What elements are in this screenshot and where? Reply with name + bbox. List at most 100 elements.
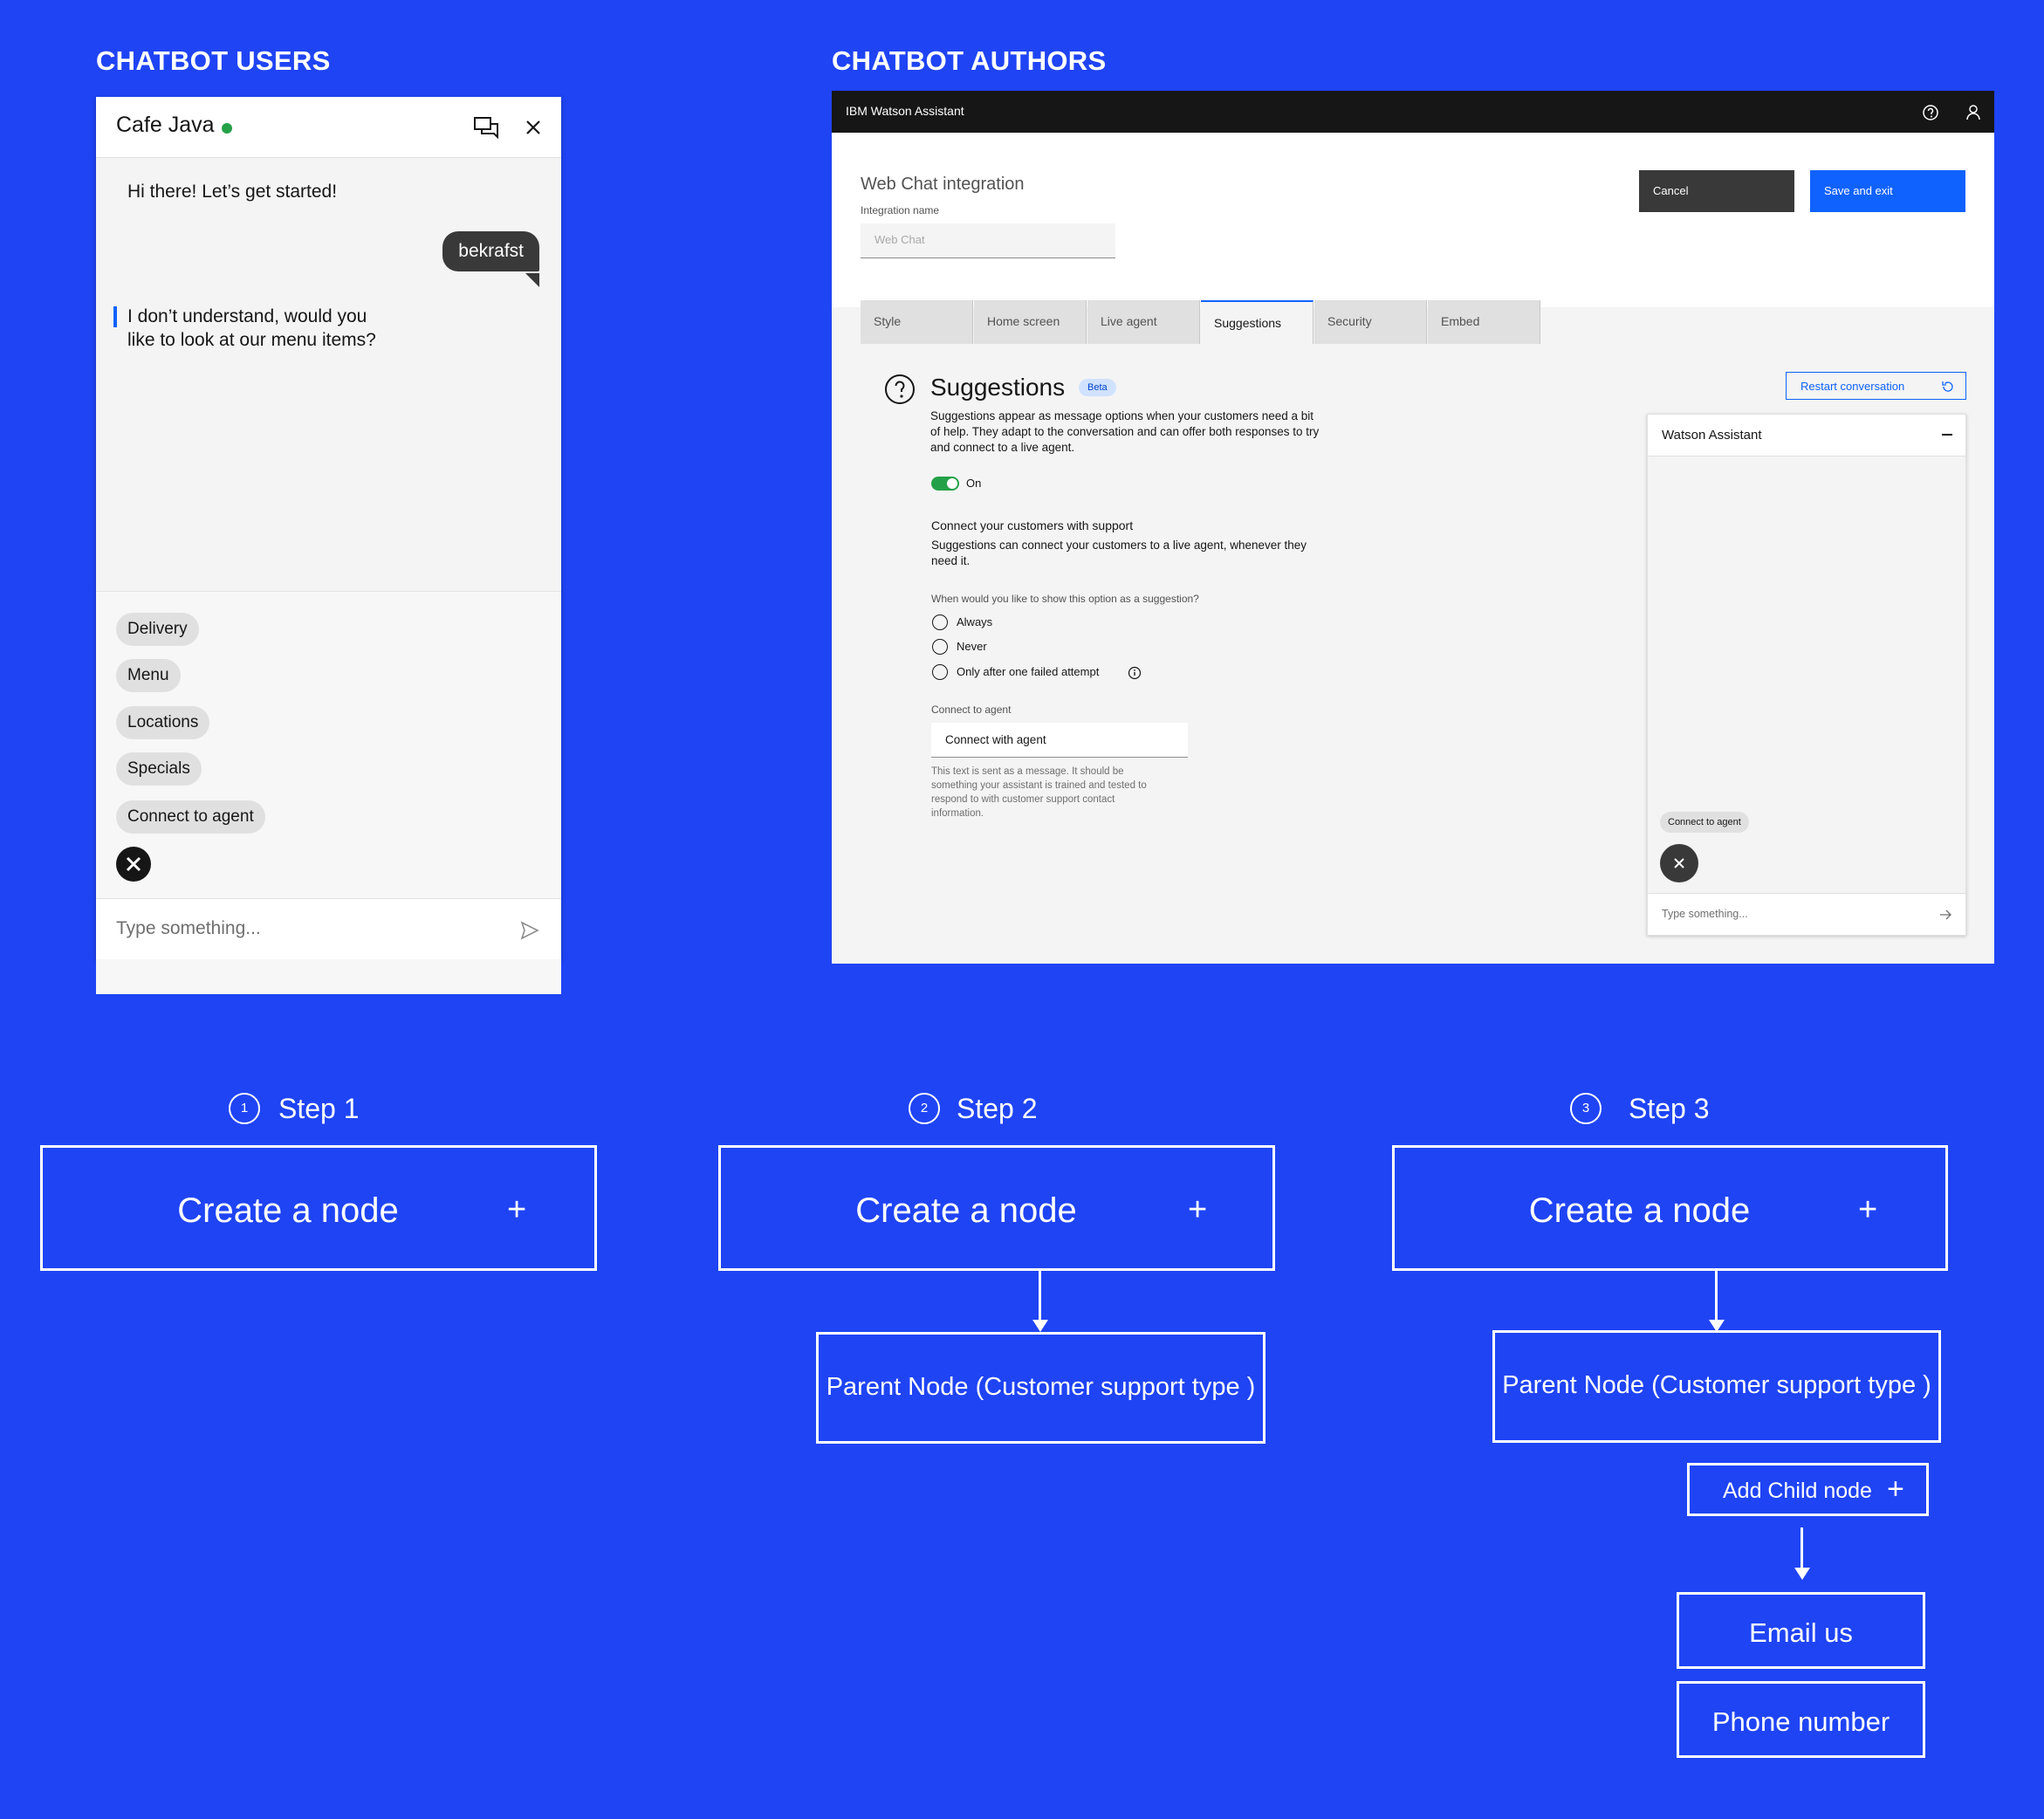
suggestions-title: Suggestions — [930, 374, 1066, 401]
connect-description: Suggestions can connect your customers t… — [931, 538, 1307, 569]
chat-header: Cafe Java — [96, 97, 561, 158]
radio-never-label: Never — [957, 640, 987, 653]
helper-line: This text is sent as a message. It shoul… — [931, 766, 1124, 777]
radio-failed-attempt[interactable] — [932, 664, 948, 680]
bot-reply-line: like to look at our menu items? — [127, 330, 376, 350]
integration-name-input[interactable]: Web Chat — [861, 223, 1115, 258]
step-1-label: Step 1 — [278, 1093, 360, 1124]
bot-greeting: Hi there! Let’s get started! — [127, 182, 338, 202]
bot-reply: I don’t understand, would you like to lo… — [127, 305, 376, 352]
cancel-button[interactable]: Cancel — [1639, 170, 1794, 212]
add-child-node-button[interactable]: Add Child node + — [1687, 1463, 1929, 1516]
restart-conversation-button[interactable]: Restart conversation — [1786, 372, 1966, 400]
toggle-knob — [947, 478, 957, 489]
question-icon — [884, 374, 916, 405]
suggestion-chip-connect-agent[interactable]: Connect to agent — [116, 800, 265, 834]
parent-node-label: Parent Node (Customer support type ) — [826, 1373, 1256, 1401]
connector-line — [1715, 1271, 1718, 1325]
radio-never[interactable] — [932, 639, 948, 655]
description-line: Suggestions appear as message options wh… — [930, 409, 1314, 422]
plus-icon[interactable]: + — [1887, 1472, 1904, 1507]
author-console: IBM Watson Assistant Web Chat integratio… — [832, 91, 1994, 964]
integration-name-label: Integration name — [861, 204, 940, 216]
radio-failed-attempt-label: Only after one failed attempt — [957, 665, 1100, 678]
step-2-label: Step 2 — [957, 1093, 1038, 1124]
preview-input[interactable]: Type something... — [1662, 908, 1748, 920]
suggestions-description: Suggestions appear as message options wh… — [930, 408, 1319, 456]
user-message-bubble: bekrafst — [442, 231, 539, 271]
child-node-email[interactable]: Email us — [1677, 1592, 1925, 1669]
plus-icon[interactable]: + — [1858, 1191, 1877, 1229]
connect-helper-text: This text is sent as a message. It shoul… — [931, 765, 1147, 820]
helper-line: something your assistant is trained and … — [931, 780, 1147, 791]
preview-chip-connect-agent[interactable]: Connect to agent — [1660, 812, 1749, 833]
preview-title: Watson Assistant — [1662, 428, 1762, 443]
step-1-create-node-box[interactable]: Create a node + — [40, 1145, 597, 1271]
suggestions-toggle[interactable] — [931, 477, 959, 491]
chat-title: Cafe Java — [116, 113, 215, 137]
save-and-exit-button[interactable]: Save and exit — [1810, 170, 1965, 212]
tab-home-screen[interactable]: Home screen — [974, 300, 1087, 344]
description-line: and connect to a live agent. — [930, 441, 1075, 454]
connect-agent-input[interactable]: Connect with agent — [931, 723, 1188, 758]
create-node-label: Create a node — [177, 1191, 399, 1230]
plus-icon[interactable]: + — [1188, 1191, 1207, 1229]
suggestion-chip-menu[interactable]: Menu — [116, 659, 181, 692]
top-nav-bar: IBM Watson Assistant — [832, 91, 1994, 133]
chat-input-bar: Type something... — [96, 898, 561, 959]
online-status-dot — [222, 123, 232, 134]
connector-line — [1039, 1271, 1041, 1325]
arrow-down-icon — [1794, 1568, 1810, 1580]
child-node-phone[interactable]: Phone number — [1677, 1681, 1925, 1758]
user-icon[interactable] — [1964, 103, 1983, 122]
step-2-create-node-box[interactable]: Create a node + — [718, 1145, 1275, 1271]
connect-description-line: Suggestions can connect your customers t… — [931, 539, 1307, 552]
helper-line: information. — [931, 808, 984, 819]
preview-input-bar: Type something... — [1648, 893, 1965, 935]
connect-field-label: Connect to agent — [931, 704, 1012, 716]
child-node-label: Email us — [1749, 1617, 1853, 1648]
step-1-number: 1 — [229, 1093, 260, 1124]
close-suggestions-icon[interactable] — [116, 847, 151, 882]
step-2-parent-node-box[interactable]: Parent Node (Customer support type ) — [816, 1332, 1265, 1444]
bot-reply-line: I don’t understand, would you — [127, 306, 367, 326]
connect-heading: Connect your customers with support — [931, 518, 1134, 532]
page-title: Web Chat integration — [861, 175, 1025, 194]
create-node-label: Create a node — [1528, 1191, 1751, 1230]
tab-suggestions[interactable]: Suggestions — [1201, 300, 1314, 344]
helper-line: respond to with customer support contact — [931, 794, 1115, 805]
help-icon[interactable] — [1921, 103, 1940, 122]
tab-live-agent[interactable]: Live agent — [1087, 300, 1200, 344]
tab-security[interactable]: Security — [1314, 300, 1427, 344]
step-3-number: 3 — [1570, 1093, 1602, 1124]
bubble-tail — [525, 273, 539, 287]
preview-close-icon[interactable] — [1660, 844, 1698, 882]
preview-send-icon[interactable] — [1938, 908, 1952, 922]
tab-embed[interactable]: Embed — [1428, 300, 1540, 344]
radio-always[interactable] — [932, 614, 948, 630]
close-icon[interactable] — [518, 113, 548, 142]
minimize-icon[interactable] — [1942, 434, 1952, 436]
create-node-label: Create a node — [855, 1191, 1077, 1230]
chat-input[interactable]: Type something... — [116, 918, 261, 939]
tab-style[interactable]: Style — [861, 300, 973, 344]
user-chat-widget: Cafe Java Hi there! Let’s get started! b… — [96, 97, 561, 994]
chat-bubbles-icon[interactable] — [471, 113, 501, 142]
step-3-parent-node-box[interactable]: Parent Node (Customer support type ) — [1492, 1330, 1941, 1443]
connect-description-line: need it. — [931, 554, 971, 567]
step-3-create-node-box[interactable]: Create a node + — [1392, 1145, 1948, 1271]
authors-section-title: CHATBOT AUTHORS — [832, 45, 1107, 76]
plus-icon[interactable]: + — [507, 1191, 526, 1229]
brand-name: IBM Watson Assistant — [846, 104, 964, 118]
suggestion-chip-locations[interactable]: Locations — [116, 706, 210, 739]
suggestion-chip-specials[interactable]: Specials — [116, 752, 202, 786]
send-icon[interactable] — [519, 920, 540, 941]
restart-icon — [1941, 380, 1955, 394]
suggestion-question: When would you like to show this option … — [931, 593, 1199, 605]
step-2-number: 2 — [909, 1093, 940, 1124]
suggestion-chip-delivery[interactable]: Delivery — [116, 613, 199, 646]
bot-message-indicator — [113, 306, 117, 327]
preview-widget: Watson Assistant Connect to agent Type s… — [1647, 414, 1966, 936]
info-icon[interactable] — [1128, 666, 1142, 680]
beta-badge: Beta — [1079, 379, 1116, 396]
